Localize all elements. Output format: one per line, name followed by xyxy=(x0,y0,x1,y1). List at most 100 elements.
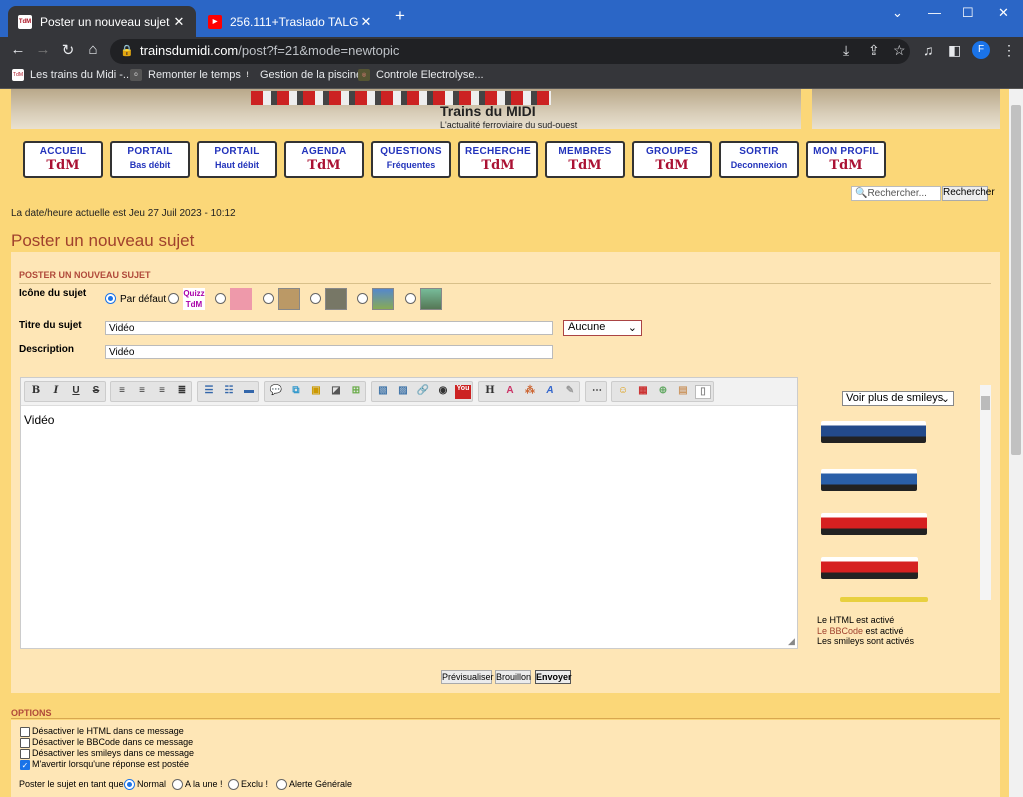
nav-agenda[interactable]: AGENDA TdM xyxy=(284,141,364,178)
resize-handle-icon[interactable]: ◢ xyxy=(788,636,795,647)
draft-button[interactable]: Brouillon xyxy=(495,670,531,684)
code-icon[interactable]: ⧉ xyxy=(288,385,304,399)
editor-content[interactable]: Vidéo xyxy=(24,413,54,427)
train-smiley[interactable] xyxy=(840,597,928,602)
download-icon[interactable]: ⤓ xyxy=(843,42,849,59)
plus-icon[interactable]: ⊕ xyxy=(655,385,671,399)
search-input[interactable]: 🔍Rechercher... xyxy=(851,186,941,201)
icon-radio-house[interactable] xyxy=(215,293,226,304)
youtube-icon[interactable]: You xyxy=(455,385,471,399)
nav-accueil[interactable]: ACCUEIL TdM xyxy=(23,141,103,178)
disable-bbcode-checkbox[interactable] xyxy=(20,738,30,748)
train-smiley[interactable] xyxy=(821,421,926,443)
icon-radio-tunnel[interactable] xyxy=(310,293,321,304)
flash-icon[interactable]: ◉ xyxy=(435,385,451,399)
chevron-down-icon[interactable]: ⌄ xyxy=(892,5,903,21)
icon-radio-default[interactable] xyxy=(105,293,116,304)
source-icon[interactable]: ▯ xyxy=(695,385,711,399)
notify-reply-checkbox[interactable]: ✓ xyxy=(20,760,30,770)
font-icon[interactable]: A xyxy=(542,385,558,399)
nav-portail-haut[interactable]: PORTAIL Haut débit xyxy=(197,141,277,178)
reload-icon[interactable]: ↻ xyxy=(58,41,78,59)
underline-icon[interactable]: U xyxy=(68,385,84,399)
train-smiley[interactable] xyxy=(821,469,917,491)
icon-radio-quizz[interactable] xyxy=(168,293,179,304)
maximize-button[interactable]: ☐ xyxy=(962,5,974,21)
forward-icon[interactable]: → xyxy=(33,41,53,58)
hr-icon[interactable]: ▬ xyxy=(241,385,257,399)
avatar[interactable]: F xyxy=(972,41,990,59)
hide-icon[interactable]: ◪ xyxy=(328,385,344,399)
bold-icon[interactable]: B xyxy=(28,385,44,399)
post-as-alerte-radio[interactable] xyxy=(276,779,287,790)
align-right-icon[interactable]: ≡ xyxy=(154,385,170,399)
bbcode-link[interactable]: Le BBCode xyxy=(817,626,863,636)
nav-portail-bas[interactable]: PORTAIL Bas débit xyxy=(110,141,190,178)
align-center-icon[interactable]: ≡ xyxy=(134,385,150,399)
bookmark-item[interactable]: ⏲ Remonter le temps xyxy=(130,69,241,81)
eraser-icon[interactable]: ✎ xyxy=(562,385,578,399)
star-icon[interactable]: ☆ xyxy=(893,42,906,59)
bookmark-item[interactable]: ◎ Controle Electrolyse... xyxy=(358,69,484,81)
description-input[interactable]: Vidéo xyxy=(105,345,553,359)
align-left-icon[interactable]: ≡ xyxy=(114,385,130,399)
nav-recherche[interactable]: RECHERCHE TdM xyxy=(458,141,538,178)
bullet-list-icon[interactable]: ☰ xyxy=(201,385,217,399)
icon-radio-station[interactable] xyxy=(263,293,274,304)
bookmark-item[interactable]: ❕ Gestion de la piscine xyxy=(242,69,362,81)
strike-icon[interactable]: S xyxy=(88,385,104,399)
title-prefix-select[interactable]: Aucune ⌄ xyxy=(563,320,642,336)
icon-radio-landscape[interactable] xyxy=(357,293,368,304)
link-icon[interactable]: 🔗 xyxy=(415,385,431,399)
nav-sortir[interactable]: SORTIR Deconnexion xyxy=(719,141,799,178)
sidepanel-icon[interactable]: ◧ xyxy=(948,42,961,59)
menu-icon[interactable]: ⋮ xyxy=(1002,42,1016,59)
disable-smileys-checkbox[interactable] xyxy=(20,749,30,759)
home-icon[interactable]: ⌂ xyxy=(83,41,103,58)
nav-membres[interactable]: MEMBRES TdM xyxy=(545,141,625,178)
page-scroll-thumb[interactable] xyxy=(1011,105,1021,455)
preview-button[interactable]: Prévisualiser xyxy=(441,670,494,684)
heading-icon[interactable]: H xyxy=(482,385,498,399)
minimize-button[interactable]: — xyxy=(928,5,941,20)
nav-groupes[interactable]: GROUPES TdM xyxy=(632,141,712,178)
justify-icon[interactable]: ≣ xyxy=(174,385,190,399)
smiley-scroll-thumb[interactable] xyxy=(981,396,990,410)
nav-mon-profil[interactable]: MON PROFIL TdM xyxy=(806,141,886,178)
media-icon[interactable]: ♫ xyxy=(923,42,934,58)
message-editor[interactable] xyxy=(20,377,798,649)
quote-icon[interactable]: 💬 xyxy=(268,385,284,399)
window-close-button[interactable]: ✕ xyxy=(998,5,1009,21)
search-button[interactable]: Rechercher xyxy=(942,186,995,201)
nav-questions[interactable]: QUESTIONS Fréquentes xyxy=(371,141,451,178)
tab-active[interactable]: TdM Poster un nouveau sujet ✕ xyxy=(8,6,196,37)
close-icon[interactable]: ✕ xyxy=(359,14,373,30)
new-tab-button[interactable]: + xyxy=(395,6,405,26)
back-icon[interactable]: ← xyxy=(8,41,28,58)
italic-icon[interactable]: I xyxy=(48,385,64,399)
post-as-une-radio[interactable] xyxy=(172,779,183,790)
more-smileys-select[interactable]: Voir plus de smileys ⌄ xyxy=(842,391,954,406)
disable-html-checkbox[interactable] xyxy=(20,727,30,737)
bookmark-item[interactable]: TdM Les trains du Midi -... xyxy=(12,69,132,81)
calendar-icon[interactable]: ▦ xyxy=(635,385,651,399)
train-smiley[interactable] xyxy=(821,557,918,579)
title-input[interactable]: Vidéo xyxy=(105,321,553,335)
close-icon[interactable]: ✕ xyxy=(172,14,186,30)
post-as-exclu-radio[interactable] xyxy=(228,779,239,790)
host-image-icon[interactable]: ▨ xyxy=(395,385,411,399)
table-icon[interactable]: ⊞ xyxy=(348,385,364,399)
numbered-list-icon[interactable]: ☷ xyxy=(221,385,237,399)
spoiler-icon[interactable]: ▣ xyxy=(308,385,324,399)
font-size-icon[interactable]: A xyxy=(502,385,518,399)
color-icon[interactable]: ⁂ xyxy=(522,385,538,399)
smiley-scrollbar[interactable] xyxy=(980,385,991,600)
share-icon[interactable]: ⇪ xyxy=(868,42,880,59)
tab-youtube[interactable]: ▶ 256.111+Traslado TALGO DB "ICE ✕ xyxy=(198,6,383,37)
icon-radio-viaduct[interactable] xyxy=(405,293,416,304)
image-icon[interactable]: ▧ xyxy=(375,385,391,399)
more-icon[interactable]: ⋯ xyxy=(589,385,605,399)
send-button[interactable]: Envoyer xyxy=(535,670,572,684)
address-bar[interactable]: 🔒 trainsdumidi.com/post?f=21&mode=newtop… xyxy=(110,39,910,64)
post-as-normal-radio[interactable] xyxy=(124,779,135,790)
